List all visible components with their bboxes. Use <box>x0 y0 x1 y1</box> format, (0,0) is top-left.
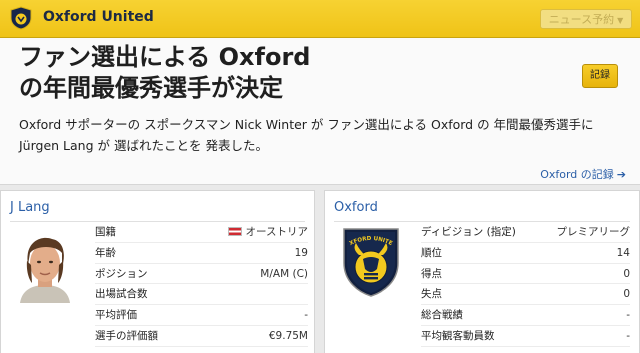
player-row-average-rating: 平均評価 - <box>95 305 308 326</box>
row-value[interactable]: プレミアリーグ <box>557 222 631 243</box>
club-info-list: ディビジョン (指定) プレミアリーグ 順位 14 得点 0 失点 0 総合戦績… <box>421 222 630 347</box>
austria-flag-icon <box>227 227 242 236</box>
club-record-link[interactable]: Oxford の記録 ➔ <box>540 166 626 182</box>
arrow-right-icon: ➔ <box>616 168 626 181</box>
row-value: - <box>626 309 630 322</box>
row-label: 平均観客動員数 <box>421 329 495 342</box>
row-label: 総合戦績 <box>421 309 463 322</box>
row-label: 順位 <box>421 246 442 259</box>
club-row-position: 順位 14 <box>421 243 630 264</box>
player-photo[interactable] <box>12 231 78 303</box>
row-label: 失点 <box>421 288 442 301</box>
player-card: J Lang 国籍 オーストリア 年齢 19 ポジション M/AM (C) 出場… <box>0 190 315 353</box>
record-button[interactable]: 記録 <box>582 64 618 88</box>
row-label: 平均評価 <box>95 309 137 322</box>
row-value: 0 <box>623 288 630 301</box>
news-reservation-label: ニュース予約 <box>548 13 615 26</box>
player-row-position: ポジション M/AM (C) <box>95 264 308 285</box>
club-badge-icon <box>10 6 32 30</box>
row-label: 国籍 <box>95 226 116 238</box>
row-value: 19 <box>294 246 308 259</box>
player-info-list: 国籍 オーストリア 年齢 19 ポジション M/AM (C) 出場試合数 平均評… <box>95 222 308 347</box>
player-row-age: 年齢 19 <box>95 243 308 264</box>
club-row-division: ディビジョン (指定) プレミアリーグ <box>421 222 630 243</box>
player-name-link[interactable]: J Lang <box>10 200 50 215</box>
headline-line-2: の年間最優秀選手が決定 <box>19 74 283 102</box>
news-body-line-2: Jürgen Lang が 選ばれたことを 発表した。 <box>19 138 268 153</box>
row-label: ディビジョン (指定) <box>421 226 516 238</box>
chevron-down-icon: ▼ <box>617 16 624 25</box>
news-reservation-button[interactable]: ニュース予約 ▼ <box>540 9 632 29</box>
row-label: 得点 <box>421 267 442 280</box>
row-value: €9.75M <box>268 329 308 342</box>
news-panel: ファン選出による Oxford の年間最優秀選手が決定 記録 Oxford サポ… <box>0 38 640 185</box>
club-row-goals-for: 得点 0 <box>421 264 630 285</box>
club-row-goals-against: 失点 0 <box>421 284 630 306</box>
row-label: 選手の評価額 <box>95 329 158 342</box>
row-value: 14 <box>616 246 630 259</box>
row-value: 0 <box>623 267 630 280</box>
row-label: 出場試合数 <box>95 288 148 301</box>
player-row-value: 選手の評価額 €9.75M <box>95 326 308 347</box>
row-value[interactable]: オーストリア <box>227 222 308 243</box>
row-value: - <box>626 329 630 342</box>
row-value: M/AM (C) <box>260 267 308 280</box>
header-bar: Oxford United ニュース予約 ▼ <box>0 0 640 38</box>
player-row-nationality: 国籍 オーストリア <box>95 222 308 243</box>
club-row-average-attendance: 平均観客動員数 - <box>421 326 630 347</box>
news-body: Oxford サポーターの スポークスマン Nick Winter が ファン選… <box>19 114 619 156</box>
club-crest[interactable]: OXFORD UNITED <box>342 225 400 297</box>
headline-line-1: ファン選出による Oxford <box>19 43 311 71</box>
row-label: 年齢 <box>95 246 116 259</box>
news-body-line-1: Oxford サポーターの スポークスマン Nick Winter が ファン選… <box>19 117 594 132</box>
club-row-overall-record: 総合戦績 - <box>421 305 630 326</box>
club-title[interactable]: Oxford United <box>43 9 154 25</box>
player-row-appearances: 出場試合数 <box>95 284 308 306</box>
news-headline: ファン選出による Oxford の年間最優秀選手が決定 <box>19 42 439 104</box>
club-record-link-label: Oxford の記録 <box>540 168 614 181</box>
row-value: - <box>304 309 308 322</box>
club-card: Oxford OXFORD UNITED ディビジョン (指定) プレミアリーグ… <box>324 190 640 353</box>
row-label: ポジション <box>95 267 148 280</box>
club-name-link[interactable]: Oxford <box>334 200 378 215</box>
nationality-value: オーストリア <box>245 226 308 238</box>
